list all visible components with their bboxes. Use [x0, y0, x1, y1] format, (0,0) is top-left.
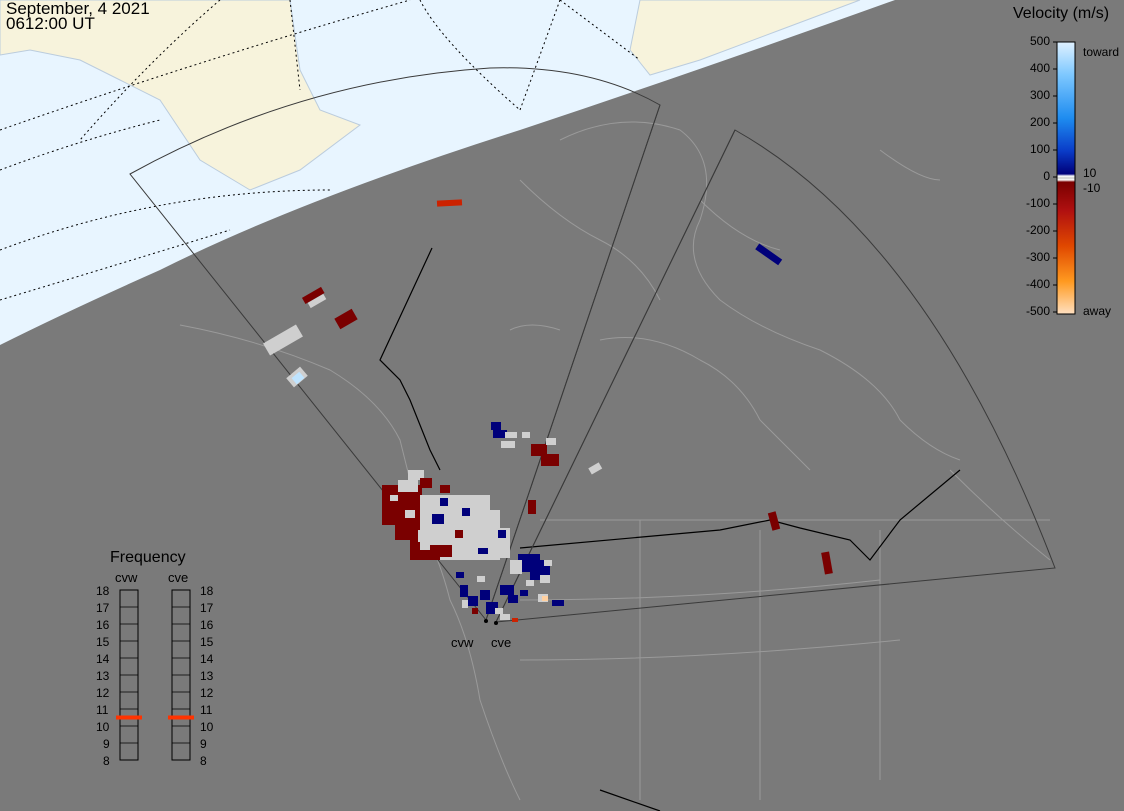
colorbar-tick-neg500: -500: [1025, 304, 1050, 318]
colorbar-ticks: [1053, 41, 1057, 313]
freq-scale-left: 14: [96, 652, 110, 666]
radar-echoes: [263, 199, 833, 622]
freq-scale-right: 9: [200, 737, 207, 751]
velocity-colorbar: [1056, 41, 1076, 315]
freq-scale-right: 18: [200, 584, 214, 598]
frequency-gauges: [119, 589, 191, 761]
radar-site-cvw-marker: [484, 619, 488, 623]
colorbar-tick-300: 300: [1029, 88, 1050, 102]
colorbar-tick-neg100: -100: [1025, 196, 1050, 210]
freq-scale-left: 13: [96, 669, 110, 683]
freq-scale-right: 15: [200, 635, 214, 649]
map-canvas: [0, 0, 1076, 811]
coastlines: [179, 121, 1051, 801]
colorbar-tick-neg200: -200: [1025, 223, 1050, 237]
freq-scale-left: 8: [103, 754, 110, 768]
freq-scale-left: 10: [96, 720, 110, 734]
freq-scale-left: 15: [96, 635, 110, 649]
frequency-radar-cvw: cvw: [115, 570, 138, 585]
freq-scale-right: 17: [200, 601, 214, 615]
colorbar-away-label: away: [1083, 304, 1112, 318]
freq-scale-left: 11: [96, 703, 109, 717]
freq-scale-left: 17: [96, 601, 110, 615]
freq-scale-right: 10: [200, 720, 214, 734]
colorbar-toward-label: toward: [1083, 45, 1120, 59]
freq-scale-right: 12: [200, 686, 214, 700]
time-label: 0612:00 UT: [6, 14, 95, 33]
colorbar-tick-400: 400: [1029, 61, 1050, 75]
freq-scale-left: 9: [103, 737, 110, 751]
colorbar-title: Velocity (m/s): [1013, 5, 1110, 22]
frequency-marker-cve: [168, 715, 194, 720]
freq-scale-left: 12: [96, 686, 110, 700]
freq-scale-right: 14: [200, 652, 214, 666]
radar-site-label-cve: cve: [491, 635, 512, 650]
colorbar-tick-500: 500: [1029, 34, 1050, 48]
colorbar-tick-10: 10: [1083, 166, 1097, 180]
freq-scale-right: 8: [200, 754, 207, 768]
freq-scale-left: 18: [96, 584, 110, 598]
frequency-title: Frequency: [110, 549, 186, 566]
greenland-land: [629, 0, 861, 76]
colorbar-tick-neg300: -300: [1025, 250, 1050, 264]
colorbar-tick-200: 200: [1029, 115, 1050, 129]
freq-scale-right: 16: [200, 618, 214, 632]
colorbar-tick-neg400: -400: [1025, 277, 1050, 291]
colorbar-tick-100: 100: [1029, 142, 1050, 156]
colorbar-tick-0: 0: [1043, 169, 1050, 183]
colorbar-tick-neg10: -10: [1083, 181, 1101, 195]
freq-scale-right: 11: [200, 703, 213, 717]
freq-scale-left: 16: [96, 618, 110, 632]
frequency-radar-cve: cve: [168, 570, 189, 585]
freq-scale-right: 13: [200, 669, 214, 683]
radar-site-label-cvw: cvw: [451, 635, 474, 650]
radar-site-cve-marker: [494, 621, 498, 625]
frequency-marker-cvw: [116, 715, 142, 720]
